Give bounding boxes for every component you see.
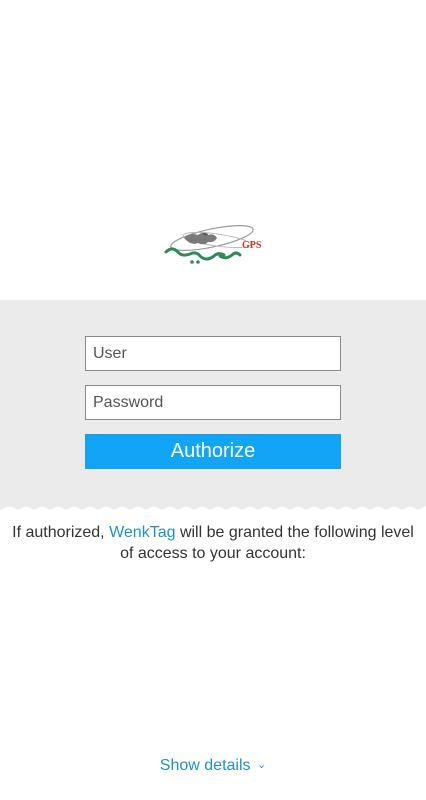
logo-gps-text: GPS — [242, 240, 262, 251]
show-details-label: Show details — [159, 757, 251, 774]
panel-torn-edge — [0, 500, 426, 510]
app-name-link[interactable]: WenkTag — [109, 524, 175, 541]
user-input[interactable] — [85, 336, 341, 371]
oauth-authorize-page: GPS Authorize If authorized, WenkTag wil… — [0, 0, 426, 800]
show-details-toggle[interactable]: Show details ⌄ — [0, 757, 426, 775]
chevron-down-icon: ⌄ — [256, 759, 267, 771]
password-input[interactable] — [85, 385, 341, 420]
authorization-info-text: If authorized, WenkTag will be granted t… — [10, 522, 416, 564]
info-prefix: If authorized, — [12, 524, 105, 541]
authorize-button[interactable]: Authorize — [85, 434, 341, 469]
app-logo: GPS — [164, 225, 262, 264]
